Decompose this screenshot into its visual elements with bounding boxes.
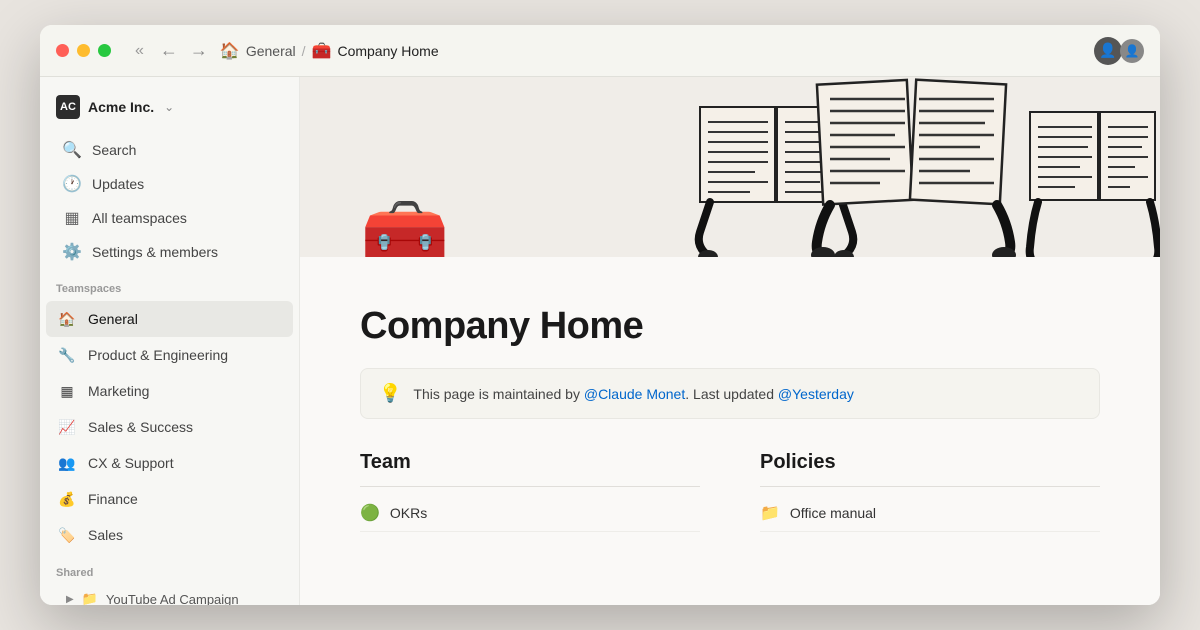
user-avatar-primary[interactable]: 👤: [1094, 37, 1122, 65]
expand-icon: ▶: [66, 594, 74, 605]
breadcrumb-page-title: Company Home: [337, 43, 438, 59]
okrs-icon: 🟢: [360, 503, 380, 523]
policies-section: Policies 📁 Office manual: [760, 451, 1100, 532]
general-icon: 🏠: [56, 308, 78, 330]
content-body: Company Home 💡 This page is maintained b…: [300, 257, 1160, 605]
policies-section-title: Policies: [760, 451, 1100, 474]
cx-support-label: CX & Support: [88, 455, 174, 471]
sidebar-item-youtube-ad-campaign[interactable]: ▶ 📁 YouTube Ad Campaign: [46, 585, 293, 605]
shared-section-label: Shared: [40, 553, 299, 585]
search-label: Search: [92, 142, 136, 158]
marketing-icon: ▦: [56, 380, 78, 402]
briefcase-emoji: 🧰: [360, 194, 450, 257]
office-manual-icon: 📁: [760, 503, 780, 523]
forward-button[interactable]: →: [186, 38, 212, 63]
sales-success-icon: 📈: [56, 416, 78, 438]
user-area: 👤 👤: [1094, 37, 1144, 65]
briefcase-icon: 🧰: [312, 41, 332, 61]
finance-icon: 💰: [56, 488, 78, 510]
updates-icon: 🕐: [62, 174, 82, 194]
okrs-label: OKRs: [390, 505, 427, 521]
sales-icon: 🏷️: [56, 524, 78, 546]
banner-text: This page is maintained by @Claude Monet…: [413, 386, 853, 402]
workspace-selector[interactable]: AC Acme Inc. ⌄: [40, 89, 299, 133]
traffic-lights: [56, 44, 111, 57]
breadcrumb-current: 🧰 Company Home: [312, 41, 439, 61]
nav-buttons: ← →: [156, 38, 212, 63]
sidebar-item-sales[interactable]: 🏷️ Sales: [46, 517, 293, 553]
minimize-button[interactable]: [77, 44, 90, 57]
sidebar-item-cx-support[interactable]: 👥 CX & Support: [46, 445, 293, 481]
main-layout: AC Acme Inc. ⌄ 🔍 Search 🕐 Updates ▦ All …: [40, 77, 1160, 605]
office-manual-label: Office manual: [790, 505, 876, 521]
user-avatar-secondary[interactable]: 👤: [1120, 39, 1144, 63]
sidebar-item-updates[interactable]: 🕐 Updates: [46, 167, 293, 201]
sales-success-label: Sales & Success: [88, 419, 193, 435]
product-engineering-icon: 🔧: [56, 344, 78, 366]
sidebar: AC Acme Inc. ⌄ 🔍 Search 🕐 Updates ▦ All …: [40, 77, 300, 605]
all-teamspaces-label: All teamspaces: [92, 210, 187, 226]
lightbulb-icon: 💡: [379, 383, 401, 404]
policies-divider: [760, 486, 1100, 487]
cx-support-icon: 👥: [56, 452, 78, 474]
time-mention[interactable]: @Yesterday: [778, 386, 854, 402]
breadcrumb-general[interactable]: General: [246, 43, 296, 59]
sidebar-item-settings[interactable]: ⚙️ Settings & members: [46, 235, 293, 269]
team-section-title: Team: [360, 451, 700, 474]
workspace-icon: AC: [56, 95, 80, 119]
page-title: Company Home: [360, 305, 1100, 348]
content-area: 🧰 Company Home 💡 This page is maintained…: [300, 77, 1160, 605]
breadcrumb-separator: /: [302, 43, 306, 59]
header-illustration: [640, 77, 1160, 257]
close-button[interactable]: [56, 44, 69, 57]
settings-icon: ⚙️: [62, 242, 82, 262]
titlebar: « ← → 🏠 General / 🧰 Company Home 👤 👤: [40, 25, 1160, 77]
team-divider: [360, 486, 700, 487]
header-image: 🧰: [300, 77, 1160, 257]
youtube-icon: 📁: [82, 591, 98, 605]
maximize-button[interactable]: [98, 44, 111, 57]
home-icon: 🏠: [220, 41, 240, 61]
youtube-label: YouTube Ad Campaign: [106, 592, 239, 606]
workspace-name: Acme Inc.: [88, 99, 154, 115]
team-okrs-item[interactable]: 🟢 OKRs: [360, 495, 700, 532]
back-button[interactable]: ←: [156, 38, 182, 63]
workspace-chevron-icon: ⌄: [164, 100, 174, 114]
product-engineering-label: Product & Engineering: [88, 347, 228, 363]
sidebar-item-search[interactable]: 🔍 Search: [46, 133, 293, 167]
sidebar-item-sales-success[interactable]: 📈 Sales & Success: [46, 409, 293, 445]
office-manual-item[interactable]: 📁 Office manual: [760, 495, 1100, 532]
sidebar-item-all-teamspaces[interactable]: ▦ All teamspaces: [46, 201, 293, 235]
team-section: Team 🟢 OKRs: [360, 451, 700, 532]
sidebar-toggle[interactable]: «: [135, 42, 144, 60]
general-label: General: [88, 311, 138, 327]
maintenance-banner: 💡 This page is maintained by @Claude Mon…: [360, 368, 1100, 419]
sidebar-item-general[interactable]: 🏠 General: [46, 301, 293, 337]
sidebar-item-finance[interactable]: 💰 Finance: [46, 481, 293, 517]
settings-label: Settings & members: [92, 244, 218, 260]
sales-label: Sales: [88, 527, 123, 543]
sidebar-item-marketing[interactable]: ▦ Marketing: [46, 373, 293, 409]
teamspaces-section-label: Teamspaces: [40, 269, 299, 301]
app-window: « ← → 🏠 General / 🧰 Company Home 👤 👤: [40, 25, 1160, 605]
finance-label: Finance: [88, 491, 138, 507]
breadcrumb: 🏠 General / 🧰 Company Home: [220, 41, 439, 61]
marketing-label: Marketing: [88, 383, 149, 399]
author-mention[interactable]: @Claude Monet: [584, 386, 685, 402]
updates-label: Updates: [92, 176, 144, 192]
all-teamspaces-icon: ▦: [62, 208, 82, 228]
sections-row: Team 🟢 OKRs Policies 📁 Office manual: [360, 451, 1100, 532]
search-icon: 🔍: [62, 140, 82, 160]
sidebar-item-product-engineering[interactable]: 🔧 Product & Engineering: [46, 337, 293, 373]
